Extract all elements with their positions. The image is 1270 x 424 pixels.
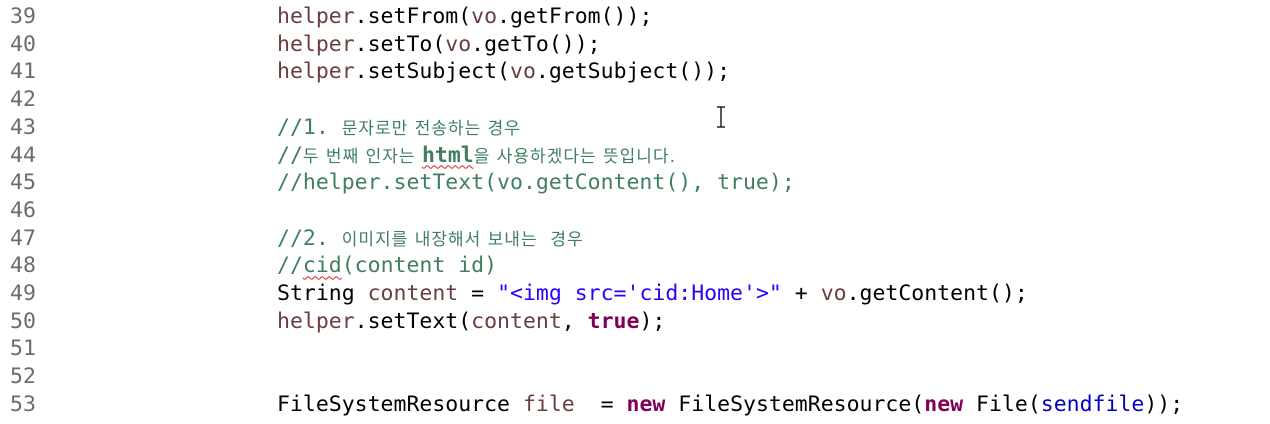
line-number: 53 xyxy=(10,391,36,417)
code-token: vo xyxy=(820,281,847,306)
code-token: )); xyxy=(1144,391,1184,417)
line-number: 47 xyxy=(10,225,36,251)
line-number: 52 xyxy=(10,364,36,390)
code-token: 을 사용하겠다는 뜻입니다. xyxy=(473,146,676,167)
line-number: 44 xyxy=(10,142,36,168)
code-line[interactable]: 44 //두 번째 인자는 html을 사용하겠다는 뜻입니다. xyxy=(0,142,1270,170)
code-token: , xyxy=(561,308,588,334)
code-token: 이미지를 내장해서 보내는 경우 xyxy=(341,229,584,250)
code-token: content xyxy=(367,281,459,306)
line-number: 39 xyxy=(10,4,36,29)
line-number: 42 xyxy=(10,87,36,113)
code-line[interactable]: 40 helper.setTo(vo.getTo()); xyxy=(0,31,1270,59)
code-text[interactable]: helper.setFrom(vo.getFrom()); xyxy=(277,3,652,31)
code-text[interactable]: //2. 이미지를 내장해서 보내는 경우 xyxy=(277,225,584,255)
code-token: cid xyxy=(302,253,342,279)
code-token: true xyxy=(587,308,640,334)
line-number: 48 xyxy=(10,253,36,279)
code-token: String xyxy=(277,281,368,306)
code-token: new xyxy=(924,391,964,417)
code-token: //helper.setText(vo.getContent(), true); xyxy=(277,170,795,196)
code-token: 두 번째 인자는 xyxy=(302,146,422,167)
code-token: + xyxy=(781,281,821,306)
code-editor[interactable]: 39 helper.setFrom(vo.getFrom()); 40 helper.… xyxy=(0,0,1270,424)
code-line[interactable]: 42 xyxy=(0,86,1270,114)
code-token: .setTo( xyxy=(354,31,446,57)
code-line[interactable]: 53 FileSystemResource file = new FileSyst… xyxy=(0,391,1270,419)
line-number: 40 xyxy=(10,31,36,57)
code-token: vo xyxy=(471,4,498,29)
code-token: .getSubject()); xyxy=(535,59,731,85)
line-number: 51 xyxy=(10,336,36,362)
line-number: 41 xyxy=(10,59,36,85)
code-text[interactable]: String content = "<img src='cid:Home'>" … xyxy=(277,280,1028,308)
code-token: (content id) xyxy=(341,253,498,279)
code-line[interactable]: 51 xyxy=(0,335,1270,363)
code-text[interactable]: //두 번째 인자는 html을 사용하겠다는 뜻입니다. xyxy=(277,142,676,172)
code-line[interactable]: 52 xyxy=(0,363,1270,391)
code-token: .getContent(); xyxy=(846,281,1028,306)
code-token: // xyxy=(277,253,303,279)
code-line[interactable]: 46 xyxy=(0,197,1270,225)
code-token: // xyxy=(277,142,303,168)
line-number: 49 xyxy=(10,281,36,306)
code-line[interactable]: 49 String content = "<img src='cid:Home'>… xyxy=(0,280,1270,308)
line-number: 45 xyxy=(10,170,36,196)
code-token: helper xyxy=(277,59,355,85)
code-token: vo xyxy=(445,31,472,57)
code-token: .getFrom()); xyxy=(497,4,653,29)
code-token: content xyxy=(471,308,562,334)
line-number: 43 xyxy=(10,114,36,140)
code-token: //1. xyxy=(277,114,342,140)
code-token: file xyxy=(522,391,575,417)
code-token: FileSystemResource( xyxy=(665,391,925,417)
code-line[interactable]: 50 helper.setText(content, true); xyxy=(0,308,1270,336)
code-token: "<img src='cid:Home'>" xyxy=(497,281,782,306)
code-line[interactable]: 39 helper.setFrom(vo.getFrom()); xyxy=(0,3,1270,31)
code-text[interactable]: helper.setText(content, true); xyxy=(277,308,665,336)
line-number: 50 xyxy=(10,308,36,334)
code-line[interactable]: 41 helper.setSubject(vo.getSubject()); xyxy=(0,58,1270,86)
code-token: helper xyxy=(277,31,355,57)
code-text[interactable]: helper.setSubject(vo.getSubject()); xyxy=(277,58,730,86)
code-token: = xyxy=(458,281,498,306)
code-text[interactable]: //cid(content id) xyxy=(277,252,497,280)
code-line[interactable]: 45 //helper.setText(vo.getContent(), true… xyxy=(0,169,1270,197)
code-token: new xyxy=(626,391,666,417)
code-token: .setText( xyxy=(354,308,472,334)
code-token: .getTo()); xyxy=(471,31,601,57)
code-token: .setFrom( xyxy=(354,4,472,29)
code-token: helper xyxy=(277,4,355,29)
line-number: 46 xyxy=(10,197,36,223)
code-text[interactable]: //1. 문자로만 전송하는 경우 xyxy=(277,114,521,144)
code-line[interactable]: 47 //2. 이미지를 내장해서 보내는 경우 xyxy=(0,225,1270,253)
code-token: File( xyxy=(963,391,1041,417)
code-token: helper xyxy=(277,308,355,334)
code-text[interactable]: helper.setTo(vo.getTo()); xyxy=(277,31,601,59)
code-line[interactable]: 43 //1. 문자로만 전송하는 경우 xyxy=(0,114,1270,142)
code-text[interactable]: //helper.setText(vo.getContent(), true); xyxy=(277,169,795,197)
code-line[interactable]: 48 //cid(content id) xyxy=(0,252,1270,280)
code-token: sendfile xyxy=(1040,391,1145,417)
code-token: //2. xyxy=(277,225,342,251)
code-token: ); xyxy=(639,308,666,334)
code-token: = xyxy=(574,391,627,417)
code-text[interactable]: FileSystemResource file = new FileSystem… xyxy=(277,391,1183,419)
code-token: 문자로만 전송하는 경우 xyxy=(341,118,521,139)
text-cursor-icon xyxy=(717,106,725,128)
code-token: .setSubject( xyxy=(354,59,511,85)
code-token: vo xyxy=(510,59,536,85)
code-token: FileSystemResource xyxy=(277,391,523,417)
code-token: html xyxy=(421,142,474,168)
